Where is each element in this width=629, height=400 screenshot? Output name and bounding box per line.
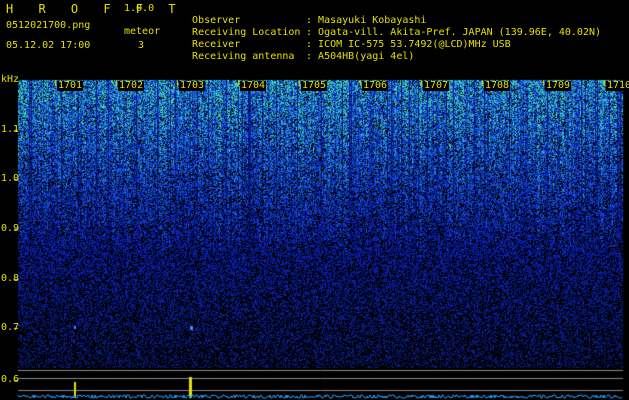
date-time: 05.12.02 17:00	[6, 40, 91, 51]
y-tick-label: 0.7	[1, 322, 20, 333]
x-tick-label: 1701	[57, 80, 84, 91]
y-tick-label: 0.6	[1, 374, 20, 385]
x-tick-label: 1703	[179, 80, 206, 91]
antenna-row: Receiving antenna: A504HB(yagi 4el)	[180, 42, 414, 62]
y-tick-label: 1.1	[1, 124, 20, 135]
antenna-key: Receiving antenna	[192, 51, 295, 62]
x-tick-label: 1710	[606, 81, 629, 91]
x-tick-label: 1702	[118, 80, 145, 91]
y-axis-unit: kHz	[1, 74, 20, 85]
x-tick-label: 1707	[423, 80, 450, 91]
x-tick-label: 1704	[240, 80, 267, 91]
spectrogram-canvas[interactable]	[0, 72, 629, 400]
x-tick-label: 1706	[362, 80, 389, 91]
y-tick-label: 0.9	[1, 223, 20, 234]
meteor-label: meteor	[124, 26, 161, 37]
app-version: 1.0.0	[124, 3, 155, 14]
antenna-colon: :	[306, 51, 313, 62]
app-title: H R O F F T	[6, 2, 185, 16]
x-tick-label: 1705	[301, 80, 328, 91]
x-tick-label: 1709	[545, 80, 572, 91]
meteor-count: 3	[138, 40, 145, 51]
y-tick-label: 1.0	[1, 173, 20, 184]
y-tick-label: 0.8	[1, 273, 20, 284]
x-tick-label: 1708	[484, 80, 511, 91]
file-name: 0512021700.png	[6, 20, 91, 31]
antenna-value: A504HB(yagi 4el)	[318, 51, 415, 62]
